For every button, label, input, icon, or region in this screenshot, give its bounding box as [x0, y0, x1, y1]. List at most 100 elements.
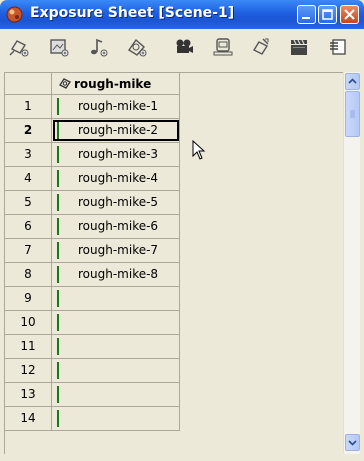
- new-sound-level-button[interactable]: [85, 35, 111, 59]
- level-continuation-bar: [57, 338, 59, 355]
- table-row[interactable]: 12: [5, 359, 181, 383]
- level-continuation-bar: [57, 290, 59, 307]
- frame-number[interactable]: 7: [5, 239, 52, 263]
- level-continuation-bar: [57, 146, 59, 163]
- new-sound-level-icon: [91, 38, 108, 57]
- table-row[interactable]: 10: [5, 311, 181, 335]
- level-continuation-bar: [57, 242, 59, 259]
- table-row[interactable]: 9: [5, 287, 181, 311]
- table-row[interactable]: 11: [5, 335, 181, 359]
- frame-number[interactable]: 12: [5, 359, 52, 383]
- camera-icon: [176, 39, 193, 53]
- exposure-cell[interactable]: rough-mike-8: [52, 263, 180, 287]
- window-title: Exposure Sheet [Scene-1]: [30, 5, 235, 21]
- app-icon: [6, 6, 23, 23]
- table-row[interactable]: 3 rough-mike-3: [5, 143, 181, 167]
- maximize-button[interactable]: [318, 5, 337, 24]
- level-continuation-bar: [57, 314, 59, 331]
- menu-button[interactable]: [325, 35, 351, 59]
- column-header-label: rough-mike: [74, 77, 152, 91]
- preview-button[interactable]: [210, 35, 236, 59]
- new-level-button[interactable]: [6, 35, 32, 59]
- exposure-cell[interactable]: [52, 311, 180, 335]
- exposure-cell[interactable]: rough-mike-1: [52, 95, 180, 119]
- new-raster-level-button[interactable]: [46, 35, 72, 59]
- exposure-sheet-window: Exposure Sheet [Scene-1] rough-mike 1 ro…: [0, 0, 364, 461]
- column-header-rough-mike[interactable]: rough-mike: [52, 73, 180, 95]
- cell-label: rough-mike-1: [78, 99, 159, 113]
- cell-label: rough-mike-4: [78, 171, 159, 185]
- frame-number[interactable]: 14: [5, 407, 52, 431]
- frame-number[interactable]: 2: [5, 119, 52, 143]
- menu-icon: [330, 39, 346, 55]
- exposure-cell[interactable]: [52, 359, 180, 383]
- exposure-grid[interactable]: rough-mike 1 rough-mike-1 2 rough-mike-2 3 ro…: [4, 72, 343, 454]
- stage-schematic-button[interactable]: [248, 35, 274, 59]
- level-continuation-bar: [57, 170, 59, 187]
- exposure-cell[interactable]: rough-mike-3: [52, 143, 180, 167]
- table-row[interactable]: 5 rough-mike-5: [5, 191, 181, 215]
- exposure-cell[interactable]: rough-mike-7: [52, 239, 180, 263]
- level-continuation-bar: [57, 218, 59, 235]
- new-vector-level-button[interactable]: [124, 35, 150, 59]
- level-continuation-bar: [57, 410, 59, 427]
- close-icon: [344, 9, 355, 20]
- level-continuation-bar: [57, 266, 59, 283]
- level-continuation-bar: [57, 362, 59, 379]
- scroll-up-button[interactable]: [345, 73, 360, 90]
- cell-label: rough-mike-7: [78, 243, 159, 257]
- cell-label: rough-mike-3: [78, 147, 159, 161]
- level-continuation-bar: [57, 386, 59, 403]
- grip-icon: [350, 110, 355, 118]
- table-row[interactable]: 2 rough-mike-2: [5, 119, 181, 143]
- level-continuation-bar: [57, 98, 59, 115]
- table-row[interactable]: 13: [5, 383, 181, 407]
- title-bar[interactable]: Exposure Sheet [Scene-1]: [0, 0, 364, 29]
- frame-number[interactable]: 4: [5, 167, 52, 191]
- cell-label: rough-mike-5: [78, 195, 159, 209]
- maximize-icon: [322, 9, 333, 20]
- camera-button[interactable]: [171, 35, 197, 59]
- exposure-cell[interactable]: rough-mike-4: [52, 167, 180, 191]
- frame-number[interactable]: 11: [5, 335, 52, 359]
- table-row[interactable]: 1 rough-mike-1: [5, 95, 181, 119]
- clapperboard-button[interactable]: [286, 35, 312, 59]
- frame-number[interactable]: 6: [5, 215, 52, 239]
- chevron-down-icon: [348, 440, 357, 446]
- vertical-scrollbar[interactable]: [343, 72, 360, 454]
- frame-number[interactable]: 8: [5, 263, 52, 287]
- scroll-down-button[interactable]: [345, 434, 360, 451]
- new-vector-level-icon: [128, 38, 147, 57]
- frame-number[interactable]: 9: [5, 287, 52, 311]
- frame-number[interactable]: 1: [5, 95, 52, 119]
- preview-icon: [213, 38, 233, 56]
- table-row[interactable]: 14: [5, 407, 181, 431]
- frame-number[interactable]: 10: [5, 311, 52, 335]
- exposure-cell[interactable]: rough-mike-2: [52, 119, 180, 143]
- scroll-thumb[interactable]: [345, 91, 360, 137]
- new-level-icon: [9, 40, 29, 57]
- cell-label: rough-mike-8: [78, 267, 159, 281]
- new-raster-level-icon: [50, 39, 69, 57]
- exposure-cell[interactable]: [52, 335, 180, 359]
- table-row[interactable]: 7 rough-mike-7: [5, 239, 181, 263]
- close-button[interactable]: [340, 5, 359, 24]
- frame-number[interactable]: 13: [5, 383, 52, 407]
- stage-schematic-icon: [252, 38, 269, 55]
- exposure-cell[interactable]: [52, 383, 180, 407]
- exposure-cell[interactable]: rough-mike-5: [52, 191, 180, 215]
- exposure-cell[interactable]: rough-mike-6: [52, 215, 180, 239]
- toolbar: [3, 29, 361, 65]
- frame-number[interactable]: 5: [5, 191, 52, 215]
- frame-number[interactable]: 3: [5, 143, 52, 167]
- exposure-cell[interactable]: [52, 407, 180, 431]
- table-row[interactable]: 4 rough-mike-4: [5, 167, 181, 191]
- minimize-icon: [302, 17, 310, 19]
- table-row[interactable]: 6 rough-mike-6: [5, 215, 181, 239]
- cell-label: rough-mike-6: [78, 219, 159, 233]
- exposure-cell[interactable]: [52, 287, 180, 311]
- minimize-button[interactable]: [297, 5, 316, 24]
- level-continuation-bar: [57, 194, 59, 211]
- vector-level-icon: [59, 78, 71, 89]
- table-row[interactable]: 8 rough-mike-8: [5, 263, 181, 287]
